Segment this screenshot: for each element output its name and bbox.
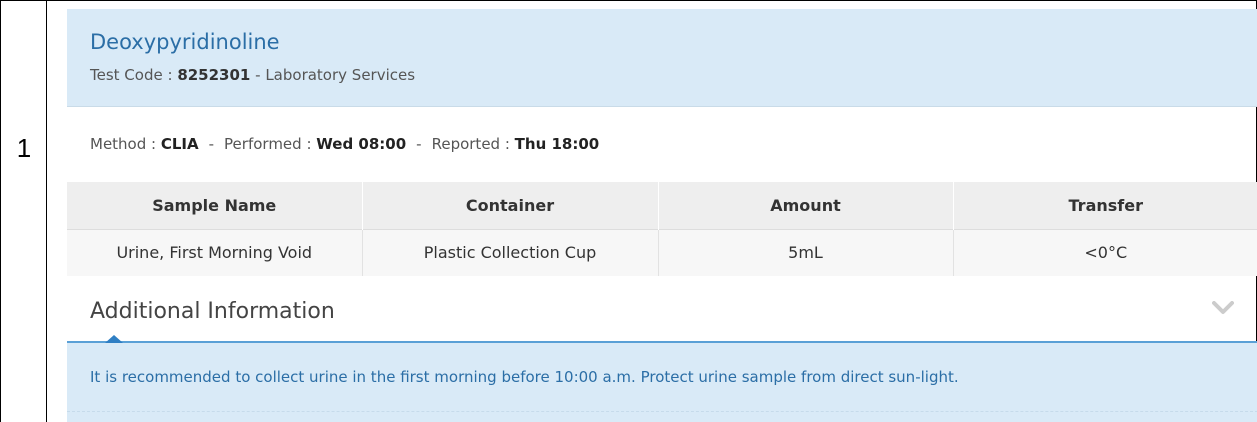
cell-transfer: <0°C — [952, 228, 1257, 276]
additional-info-panel: It is recommended to collect urine in th… — [67, 335, 1257, 422]
test-card: Deoxypyridinoline Test Code : 8252301 - … — [67, 9, 1257, 422]
cell-container: Plastic Collection Cup — [361, 228, 658, 276]
additional-info-toggle[interactable]: Additional Information — [67, 277, 1257, 341]
test-code-line: Test Code : 8252301 - Laboratory Service… — [90, 66, 415, 84]
pointer-arrow-icon — [105, 335, 123, 343]
cell-sample-name: Urine, First Morning Void — [67, 228, 362, 276]
additional-info-text: It is recommended to collect urine in th… — [90, 368, 959, 386]
reported-label: Reported : — [431, 135, 515, 153]
reported-value: Thu 18:00 — [514, 135, 600, 153]
method-label: Method : — [90, 135, 161, 153]
test-code-label: Test Code : — [90, 66, 178, 84]
separator: - — [416, 135, 422, 153]
column-header-container: Container — [361, 182, 658, 229]
performed-label: Performed : — [224, 135, 317, 153]
row-index-cell: 1 — [1, 1, 47, 422]
column-header-sample-name: Sample Name — [67, 182, 362, 229]
test-name-link[interactable]: Deoxypyridinoline — [90, 30, 280, 54]
chevron-down-icon[interactable] — [1212, 301, 1234, 315]
column-header-amount: Amount — [657, 182, 953, 229]
table-header-row: Sample Name Container Amount Transfer — [67, 182, 1257, 229]
row-index: 1 — [16, 133, 32, 163]
test-department: - Laboratory Services — [250, 66, 416, 84]
divider — [67, 411, 1257, 412]
sample-table: Sample Name Container Amount Transfer Ur… — [67, 182, 1257, 276]
method-line: Method : CLIA - Performed : Wed 08:00- Repo… — [90, 135, 599, 153]
additional-info-title: Additional Information — [90, 299, 335, 324]
performed-value: Wed 08:00 — [316, 135, 407, 153]
cell-amount: 5mL — [657, 228, 953, 276]
test-code: 8252301 — [177, 66, 251, 84]
separator: - — [208, 135, 215, 153]
column-header-transfer: Transfer — [952, 182, 1257, 229]
table-row: Urine, First Morning Void Plastic Collec… — [67, 228, 1257, 276]
method-value: CLIA — [160, 135, 199, 153]
test-header: Deoxypyridinoline Test Code : 8252301 - … — [67, 9, 1257, 107]
outer-table: 1 Deoxypyridinoline Test Code : 8252301 … — [0, 0, 1257, 422]
